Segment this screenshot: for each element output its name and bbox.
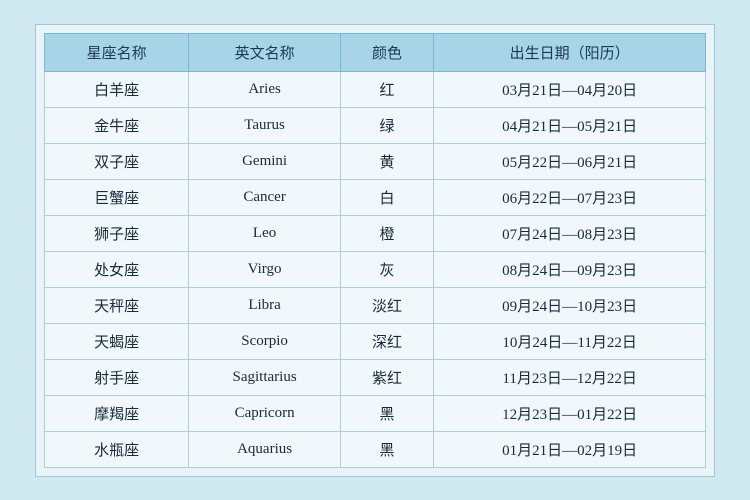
cell-dates: 04月21日—05月21日 (434, 107, 706, 143)
table-row: 狮子座Leo橙07月24日—08月23日 (45, 215, 706, 251)
cell-dates: 11月23日—12月22日 (434, 359, 706, 395)
cell-chinese: 射手座 (45, 359, 189, 395)
cell-chinese: 金牛座 (45, 107, 189, 143)
table-row: 白羊座Aries红03月21日—04月20日 (45, 71, 706, 107)
cell-chinese: 水瓶座 (45, 431, 189, 467)
col-header-english: 英文名称 (189, 33, 340, 71)
cell-color: 白 (340, 179, 433, 215)
cell-dates: 06月22日—07月23日 (434, 179, 706, 215)
cell-chinese: 巨蟹座 (45, 179, 189, 215)
cell-chinese: 白羊座 (45, 71, 189, 107)
table-header-row: 星座名称 英文名称 颜色 出生日期（阳历） (45, 33, 706, 71)
cell-english: Aquarius (189, 431, 340, 467)
table-row: 天蝎座Scorpio深红10月24日—11月22日 (45, 323, 706, 359)
table-row: 摩羯座Capricorn黑12月23日—01月22日 (45, 395, 706, 431)
cell-dates: 03月21日—04月20日 (434, 71, 706, 107)
cell-color: 深红 (340, 323, 433, 359)
cell-english: Libra (189, 287, 340, 323)
cell-english: Aries (189, 71, 340, 107)
table-row: 处女座Virgo灰08月24日—09月23日 (45, 251, 706, 287)
cell-dates: 07月24日—08月23日 (434, 215, 706, 251)
table-row: 金牛座Taurus绿04月21日—05月21日 (45, 107, 706, 143)
table-row: 水瓶座Aquarius黑01月21日—02月19日 (45, 431, 706, 467)
cell-chinese: 天秤座 (45, 287, 189, 323)
table-body: 白羊座Aries红03月21日—04月20日金牛座Taurus绿04月21日—0… (45, 71, 706, 467)
cell-english: Sagittarius (189, 359, 340, 395)
cell-dates: 09月24日—10月23日 (434, 287, 706, 323)
cell-color: 淡红 (340, 287, 433, 323)
cell-dates: 12月23日—01月22日 (434, 395, 706, 431)
table-row: 双子座Gemini黄05月22日—06月21日 (45, 143, 706, 179)
cell-english: Taurus (189, 107, 340, 143)
cell-english: Cancer (189, 179, 340, 215)
zodiac-table: 星座名称 英文名称 颜色 出生日期（阳历） 白羊座Aries红03月21日—04… (44, 33, 706, 468)
cell-color: 灰 (340, 251, 433, 287)
cell-dates: 08月24日—09月23日 (434, 251, 706, 287)
cell-color: 黑 (340, 431, 433, 467)
cell-english: Gemini (189, 143, 340, 179)
cell-chinese: 摩羯座 (45, 395, 189, 431)
col-header-chinese: 星座名称 (45, 33, 189, 71)
cell-dates: 01月21日—02月19日 (434, 431, 706, 467)
cell-dates: 05月22日—06月21日 (434, 143, 706, 179)
table-row: 巨蟹座Cancer白06月22日—07月23日 (45, 179, 706, 215)
cell-english: Leo (189, 215, 340, 251)
cell-english: Scorpio (189, 323, 340, 359)
cell-chinese: 狮子座 (45, 215, 189, 251)
cell-color: 红 (340, 71, 433, 107)
cell-color: 黄 (340, 143, 433, 179)
cell-chinese: 天蝎座 (45, 323, 189, 359)
cell-chinese: 双子座 (45, 143, 189, 179)
table-row: 天秤座Libra淡红09月24日—10月23日 (45, 287, 706, 323)
cell-color: 紫红 (340, 359, 433, 395)
table-row: 射手座Sagittarius紫红11月23日—12月22日 (45, 359, 706, 395)
cell-color: 黑 (340, 395, 433, 431)
cell-chinese: 处女座 (45, 251, 189, 287)
zodiac-table-container: 星座名称 英文名称 颜色 出生日期（阳历） 白羊座Aries红03月21日—04… (35, 24, 715, 477)
cell-color: 橙 (340, 215, 433, 251)
cell-dates: 10月24日—11月22日 (434, 323, 706, 359)
cell-english: Virgo (189, 251, 340, 287)
cell-color: 绿 (340, 107, 433, 143)
col-header-color: 颜色 (340, 33, 433, 71)
col-header-dates: 出生日期（阳历） (434, 33, 706, 71)
cell-english: Capricorn (189, 395, 340, 431)
